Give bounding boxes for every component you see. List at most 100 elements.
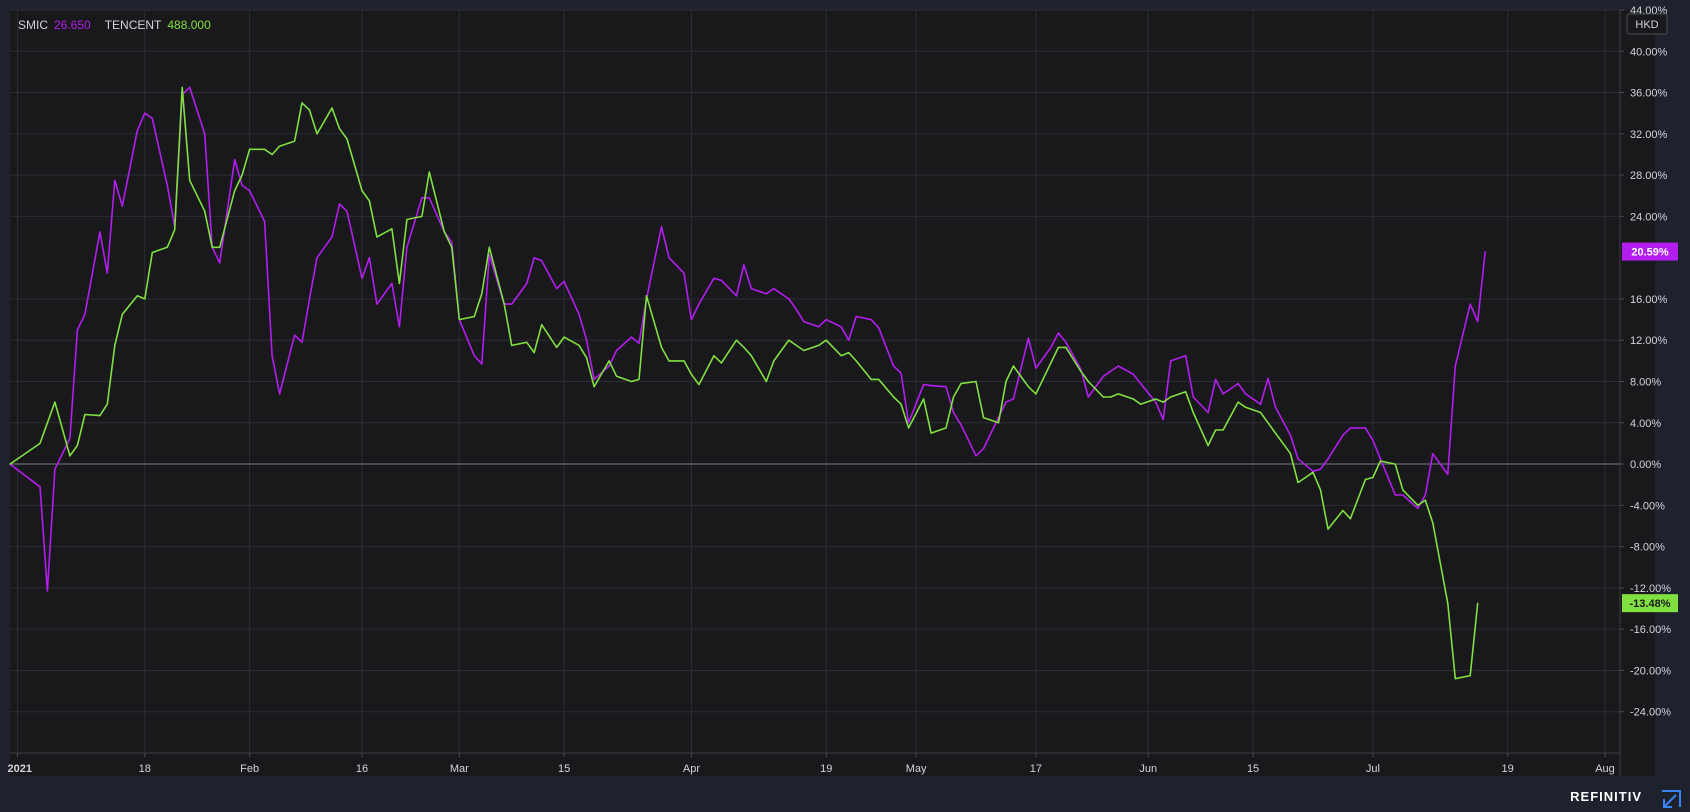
data-point-smic [1035, 367, 1037, 369]
data-point-tencent [1155, 398, 1157, 400]
legend-item-tencent[interactable]: TENCENT 488.000 [105, 18, 211, 32]
y-tick-label: -20.00% [1630, 665, 1671, 677]
currency-button[interactable]: HKD [1626, 13, 1668, 35]
data-point-tencent [1260, 411, 1262, 414]
data-point-tencent [1237, 401, 1239, 403]
legend-item-smic[interactable]: SMIC 26.650 [18, 18, 91, 32]
data-point-tencent [481, 293, 483, 295]
data-point-tencent [593, 386, 595, 388]
refinitiv-logo-icon [1662, 790, 1681, 808]
data-point-tencent [638, 378, 640, 380]
data-point-tencent [1087, 380, 1089, 383]
data-point-tencent [121, 313, 123, 315]
data-point-smic [308, 298, 311, 300]
data-point-tencent [376, 236, 378, 238]
data-point-smic [930, 385, 932, 387]
data-point-smic [99, 231, 101, 233]
data-point-tencent [1349, 518, 1351, 520]
legend-price: 488.000 [167, 18, 211, 32]
data-point-smic [1162, 419, 1164, 421]
comparison-chart[interactable]: 44.00%40.00%36.00%32.00%28.00%24.00%16.0… [0, 0, 1690, 812]
data-point-tencent [1140, 403, 1142, 405]
data-point-tencent [1057, 346, 1059, 348]
data-point-smic [713, 277, 715, 279]
data-point-tencent [279, 145, 281, 147]
data-point-tencent [630, 380, 633, 383]
data-point-tencent [76, 444, 78, 447]
data-point-smic [923, 384, 925, 386]
x-tick-label: 15 [558, 763, 570, 775]
data-point-smic [840, 326, 842, 328]
data-point-tencent [645, 295, 648, 297]
y-tick-label: 4.00% [1630, 418, 1661, 430]
data-point-tencent [114, 344, 116, 346]
data-point-smic [855, 315, 857, 318]
data-point-smic [578, 313, 580, 315]
data-point-smic [1402, 494, 1404, 496]
data-point-smic [668, 257, 670, 259]
data-point-tencent [331, 107, 333, 109]
y-tick-label: -4.00% [1630, 500, 1665, 512]
y-tick-label: -24.00% [1630, 707, 1671, 719]
data-point-tencent [144, 298, 146, 300]
data-point-smic [264, 220, 266, 223]
data-point-tencent [735, 339, 738, 341]
data-point-smic [900, 372, 902, 374]
data-point-tencent [361, 190, 363, 192]
data-point-smic [878, 327, 880, 329]
data-point-tencent [443, 231, 445, 233]
data-point-smic [773, 288, 775, 290]
data-point-tencent [960, 383, 962, 385]
data-point-smic [563, 280, 565, 282]
data-point-tencent [346, 138, 348, 140]
data-point-tencent [166, 246, 168, 248]
data-point-tencent [795, 344, 797, 346]
y-tick-label: 36.00% [1630, 88, 1668, 100]
x-tick-label: Feb [240, 763, 259, 775]
data-point-tencent [428, 171, 430, 173]
y-tick-label: -8.00% [1630, 542, 1665, 554]
data-point-tencent [855, 360, 857, 362]
data-point-tencent [900, 403, 902, 405]
data-point-smic [46, 590, 49, 592]
data-point-smic [249, 190, 251, 192]
data-point-smic [473, 355, 475, 357]
data-point-smic [204, 133, 206, 135]
data-point-smic [975, 455, 977, 457]
data-point-tencent [803, 349, 805, 352]
data-point-tencent [151, 251, 153, 254]
data-point-smic [1192, 396, 1194, 398]
data-point-smic [870, 319, 872, 321]
data-point-smic [1222, 393, 1224, 395]
data-point-smic [1484, 251, 1486, 253]
data-point-tencent [533, 352, 535, 354]
data-point-tencent [406, 218, 408, 221]
data-point-tencent [952, 396, 955, 398]
data-point-smic [1087, 396, 1089, 398]
data-point-smic [690, 319, 693, 321]
data-point-tencent [1469, 675, 1471, 677]
data-point-smic [720, 279, 723, 281]
data-point-tencent [1117, 393, 1119, 395]
data-point-tencent [608, 360, 610, 362]
chart-panel [10, 10, 1655, 776]
data-point-tencent [1379, 460, 1381, 462]
data-point-smic [234, 159, 236, 161]
data-point-tencent [923, 398, 925, 400]
data-point-tencent [616, 375, 618, 377]
data-point-tencent [234, 190, 236, 192]
data-point-tencent [556, 346, 558, 348]
data-point-tencent [451, 246, 453, 248]
data-point-tencent [1080, 370, 1082, 372]
data-point-tencent [1454, 678, 1456, 680]
data-point-smic [533, 257, 535, 259]
x-tick-label: 19 [820, 763, 832, 775]
x-tick-label: Jun [1139, 763, 1157, 775]
legend: SMIC 26.650 TENCENT 488.000 [18, 18, 211, 32]
data-point-tencent [1289, 453, 1292, 455]
x-tick-label: 16 [356, 763, 368, 775]
data-point-tencent [690, 373, 693, 375]
data-point-tencent [945, 427, 947, 429]
data-point-tencent [765, 380, 767, 383]
data-point-smic [511, 303, 513, 305]
